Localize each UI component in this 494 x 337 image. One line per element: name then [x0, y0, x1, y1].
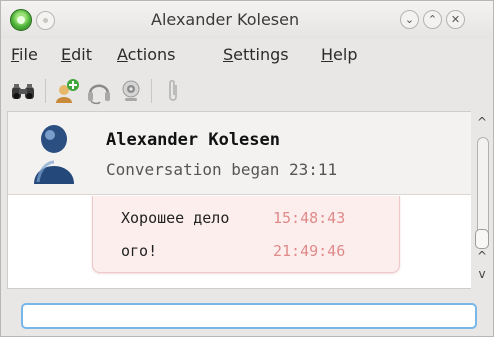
toolbar-separator: [45, 79, 46, 103]
scrollbar-groove[interactable]: [477, 137, 489, 243]
menu-label: ile: [19, 45, 38, 64]
menu-label: ctions: [127, 45, 176, 64]
minimize-button[interactable]: ⌄: [400, 10, 419, 29]
scroll-up-icon[interactable]: ^: [476, 115, 488, 129]
close-button[interactable]: ✕: [446, 10, 465, 29]
mnemonic: S: [223, 45, 234, 64]
menu-label: dit: [71, 45, 92, 64]
status-online-icon[interactable]: [10, 9, 32, 31]
message-bubble: Хорошее дело 15:48:43 ого! 21:49:46: [92, 196, 400, 273]
scrollbar-handle[interactable]: [475, 229, 489, 249]
message-time: 21:49:46: [273, 242, 346, 260]
mnemonic: H: [321, 45, 334, 64]
title-bar[interactable]: Alexander Kolesen ⌄ ⌃ ✕: [1, 1, 493, 39]
menu-file[interactable]: File: [11, 45, 38, 64]
menu-bar: File Edit Actions Settings Help: [1, 39, 493, 69]
toolbar: [1, 73, 493, 111]
add-contact-icon[interactable]: [53, 77, 81, 105]
keep-above-button[interactable]: [36, 11, 55, 30]
binoculars-icon[interactable]: [9, 77, 37, 105]
conversation-start: Conversation began 23:11: [106, 160, 338, 179]
mnemonic: E: [61, 45, 72, 64]
contact-name: Alexander Kolesen: [106, 130, 280, 150]
menu-edit[interactable]: Edit: [61, 45, 92, 64]
scroll-down-icon[interactable]: v: [476, 267, 488, 281]
webcam-icon[interactable]: [117, 77, 145, 105]
message-text: ого!: [121, 242, 158, 260]
window-title: Alexander Kolesen: [151, 10, 300, 29]
message-input[interactable]: [21, 303, 477, 329]
toolbar-separator: [151, 79, 152, 103]
menu-actions[interactable]: Actions: [117, 45, 175, 64]
contact-avatar-icon: [34, 125, 74, 184]
mnemonic: A: [117, 45, 128, 64]
close-icon: ✕: [450, 13, 461, 26]
menu-label: elp: [333, 45, 358, 64]
mnemonic: F: [11, 45, 20, 64]
headset-icon[interactable]: [85, 77, 113, 105]
chat-view: Alexander Kolesen Conversation began 23:…: [7, 111, 473, 289]
chat-header: Alexander Kolesen Conversation began 23:…: [8, 112, 472, 195]
chevron-up-icon: ⌃: [427, 13, 438, 26]
attachment-icon[interactable]: [159, 77, 187, 105]
maximize-button[interactable]: ⌃: [423, 10, 442, 29]
chat-scrollbar[interactable]: ^ ^ v: [471, 111, 493, 289]
menu-settings[interactable]: Settings: [223, 45, 289, 64]
chat-window: Alexander Kolesen ⌄ ⌃ ✕ File Edit Action…: [0, 0, 494, 337]
chevron-down-icon: ⌄: [404, 13, 415, 26]
message-time: 15:48:43: [273, 209, 346, 227]
menu-help[interactable]: Help: [321, 45, 357, 64]
scroll-up-icon[interactable]: ^: [476, 249, 488, 263]
message-text: Хорошее дело: [121, 209, 230, 227]
menu-label: ettings: [233, 45, 289, 64]
